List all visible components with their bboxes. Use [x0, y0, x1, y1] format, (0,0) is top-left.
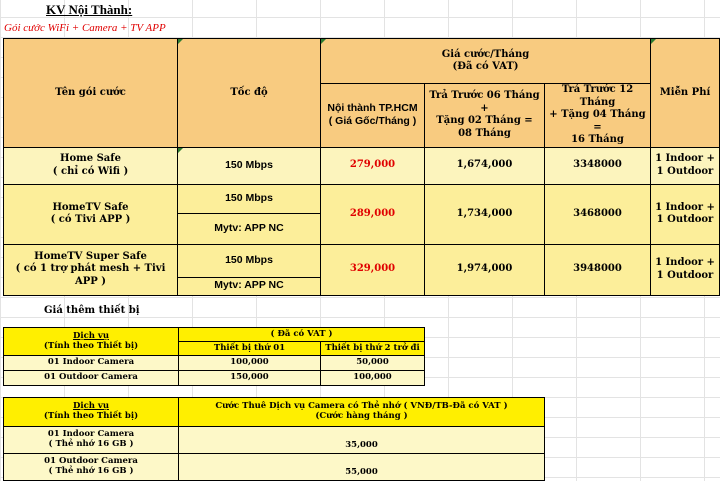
device-first-header: Thiết bị thứ 01 [178, 341, 321, 356]
prepay-12-price: 3948000 [544, 243, 651, 296]
table-row: 01 Indoor Camera ( Thẻ nhớ 16 GB ) 35,00… [3, 426, 545, 454]
table-row: 01 Indoor Camera 100,000 50,000 [3, 355, 425, 371]
storage-device-name: 01 Outdoor Camera ( Thẻ nhớ 16 GB ) [3, 453, 179, 481]
header-12m-line1: Trả Trước 12 Tháng [561, 84, 634, 108]
device-second-price: 100,000 [320, 370, 425, 386]
package-name-line2: ( có 1 trợ phát mesh + Tivi APP ) [15, 263, 166, 287]
table-row: HomeTV Super Safe ( có 1 trợ phát mesh +… [3, 243, 720, 296]
prepay-12-price: 3348000 [544, 146, 651, 185]
free-line1: 1 Indoor + [655, 153, 715, 164]
package-speed: 150 Mbps [177, 146, 321, 185]
prepay-6-price: 1,674,000 [424, 146, 545, 185]
free-devices: 1 Indoor + 1 Outdoor [650, 146, 720, 185]
table-row: 01 Outdoor Camera ( Thẻ nhớ 16 GB ) 55,0… [3, 453, 545, 481]
prepay-6-price: 1,734,000 [424, 183, 545, 245]
free-line1: 1 Indoor + [655, 257, 715, 268]
storage-device-line2: ( Thẻ nhớ 16 GB ) [48, 466, 134, 476]
storage-service-line2: (Tính theo Thiết bị) [43, 411, 139, 421]
package-name-line1: HomeTV Safe [52, 201, 129, 213]
extra-devices-label: Giá thêm thiết bị [44, 305, 140, 316]
header-12m-line2: + Tặng 04 Tháng = [549, 109, 646, 133]
package-tv: Mytv: APP NC [177, 212, 321, 245]
device-first-price: 100,000 [178, 355, 321, 371]
device-price-table: Dịch vụ (Tính theo Thiết bị) ( Đã có VAT… [3, 327, 425, 386]
package-speed: 150 Mbps [177, 243, 321, 278]
storage-device-name: 01 Indoor Camera ( Thẻ nhớ 16 GB ) [3, 426, 179, 454]
package-speed: 150 Mbps [177, 183, 321, 214]
prepay-12-price: 3468000 [544, 183, 651, 245]
header-price-group: Giá cước/Tháng (Đã có VAT) [320, 38, 651, 84]
header-6m-line1: Trả Trước 06 Tháng + [429, 90, 540, 114]
header-free: Miễn Phí [650, 38, 720, 148]
header-12m-line3: 16 Tháng [571, 134, 624, 145]
device-name: 01 Outdoor Camera [3, 370, 179, 386]
base-price: 329,000 [320, 243, 425, 296]
base-price: 289,000 [320, 183, 425, 245]
package-tv: Mytv: APP NC [177, 276, 321, 296]
header-price-group-line1: Giá cước/Tháng [441, 48, 530, 60]
base-price: 279,000 [320, 146, 425, 185]
header-base-price: Nội thành TP.HCM ( Giá Gốc/Tháng ) [320, 83, 425, 148]
device-vat-header: ( Đã có VAT ) [178, 327, 425, 342]
storage-device-line2: ( Thẻ nhớ 16 GB ) [48, 439, 134, 449]
header-prepay-12: Trả Trước 12 Tháng + Tặng 04 Tháng = 16 … [544, 83, 651, 148]
free-devices: 1 Indoor + 1 Outdoor [650, 243, 720, 296]
storage-price: 55,000 [178, 453, 545, 481]
device-name: 01 Indoor Camera [3, 355, 179, 371]
package-name-line2: ( chỉ có Wifi ) [52, 165, 129, 177]
storage-price-header: Cước Thuê Dịch vụ Camera có Thẻ nhớ ( VN… [178, 397, 545, 427]
table-row: 01 Outdoor Camera 150,000 100,000 [3, 370, 425, 386]
page-subtitle: Gói cước WiFi + Camera + TV APP [4, 22, 166, 34]
free-line2: 1 Outdoor [656, 165, 714, 177]
package-name-line1: HomeTV Super Safe [34, 250, 147, 262]
device-service-line2: (Tính theo Thiết bị) [43, 340, 139, 351]
table-row: HomeTV Safe ( có Tivi APP ) 150 Mbps 289… [3, 183, 720, 245]
device-second-header: Thiết bị thứ 2 trở đi [320, 341, 425, 356]
free-line2: 1 Outdoor [656, 214, 714, 225]
free-devices: 1 Indoor + 1 Outdoor [650, 183, 720, 245]
header-6m-line3: 08 Tháng [458, 127, 511, 139]
storage-price: 35,000 [178, 426, 545, 454]
header-6m-line2: Tặng 02 Tháng = [436, 115, 533, 127]
package-name-line2: ( có Tivi APP ) [50, 214, 131, 225]
free-line2: 1 Outdoor [656, 269, 714, 281]
package-name-line1: Home Safe [60, 153, 121, 164]
header-base-line2: ( Giá Gốc/Tháng ) [328, 115, 417, 128]
package-name: HomeTV Super Safe ( có 1 trợ phát mesh +… [3, 243, 178, 296]
header-price-group-line2: (Đã có VAT) [452, 61, 519, 72]
package-name: HomeTV Safe ( có Tivi APP ) [3, 183, 178, 245]
header-package: Tên gói cước [3, 38, 178, 148]
price-table: Tên gói cước Tốc độ Giá cước/Tháng (Đã c… [3, 38, 720, 296]
page-title: KV Nội Thành: [46, 2, 133, 17]
table-row: Home Safe ( chỉ có Wifi ) 150 Mbps 279,0… [3, 146, 720, 185]
storage-header-line2: (Cước hàng tháng ) [315, 411, 408, 421]
package-name: Home Safe ( chỉ có Wifi ) [3, 146, 178, 185]
device-service-header: Dịch vụ (Tính theo Thiết bị) [3, 327, 179, 356]
storage-service-header: Dịch vụ (Tính theo Thiết bị) [3, 397, 179, 427]
prepay-6-price: 1,974,000 [424, 243, 545, 296]
header-speed: Tốc độ [177, 38, 321, 148]
device-first-price: 150,000 [178, 370, 321, 386]
camera-storage-table: Dịch vụ (Tính theo Thiết bị) Cước Thuê D… [3, 397, 545, 481]
header-base-line1: Nội thành TP.HCM [327, 102, 418, 115]
device-second-price: 50,000 [320, 355, 425, 371]
free-line1: 1 Indoor + [655, 201, 715, 213]
header-prepay-6: Trả Trước 06 Tháng + Tặng 02 Tháng = 08 … [424, 83, 545, 148]
